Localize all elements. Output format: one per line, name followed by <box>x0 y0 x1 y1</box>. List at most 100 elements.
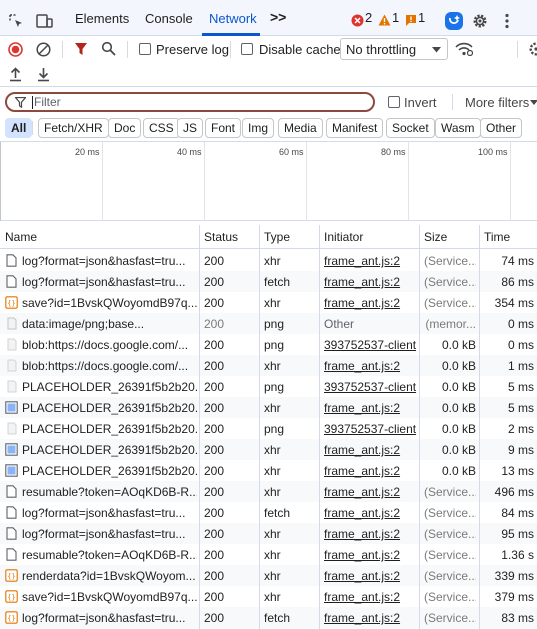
warning-icon[interactable] <box>378 14 391 26</box>
request-row[interactable]: PLACEHOLDER_26391f5b2b20... 200 xhr frame_a… <box>0 397 537 418</box>
initiator-link[interactable]: frame_ant.js:2 <box>324 548 418 562</box>
request-time: 5 ms <box>507 380 534 394</box>
column-header-initiator[interactable]: Initiator <box>324 230 363 244</box>
ai-assistance-icon[interactable] <box>444 11 464 31</box>
chip-all[interactable]: All <box>5 118 33 138</box>
disable-cache-checkbox[interactable] <box>241 43 253 55</box>
import-har-icon[interactable] <box>9 67 22 82</box>
inspect-element-icon[interactable] <box>8 13 24 29</box>
column-header-type[interactable]: Type <box>264 230 290 244</box>
throttling-select[interactable]: No throttling <box>340 38 448 60</box>
request-size: (Service... <box>424 506 476 520</box>
chip-font[interactable]: Font <box>205 118 242 138</box>
initiator-link[interactable]: frame_ant.js:2 <box>324 464 418 478</box>
request-row[interactable]: PLACEHOLDER_26391f5b2b20... 200 png 3937525… <box>0 376 537 397</box>
overview-gridline <box>0 142 1 221</box>
chip-media[interactable]: Media <box>278 118 323 138</box>
initiator-link[interactable]: frame_ant.js:2 <box>324 527 418 541</box>
warning-count[interactable]: 1 <box>392 10 399 25</box>
request-size: (Service... <box>424 611 476 625</box>
initiator-link[interactable]: frame_ant.js:2 <box>324 569 418 583</box>
more-filters-button[interactable]: More filters <box>465 95 529 110</box>
request-row[interactable]: blob:https://docs.google.com/... 200 xhr fr… <box>0 355 537 376</box>
chip-other[interactable]: Other <box>480 118 523 138</box>
request-type: xhr <box>264 485 281 499</box>
initiator-link[interactable]: frame_ant.js:2 <box>324 254 418 268</box>
request-name: blob:https://docs.google.com/... <box>22 338 189 352</box>
request-time: 9 ms <box>507 443 534 457</box>
request-initiator: Other <box>324 317 355 331</box>
tab-elements[interactable]: Elements <box>75 11 129 26</box>
tab-console[interactable]: Console <box>145 11 193 26</box>
network-conditions-wifi-icon[interactable] <box>455 42 473 56</box>
chip-css[interactable]: CSS <box>143 118 180 138</box>
overview-gridline <box>408 142 409 221</box>
invert-label[interactable]: Invert <box>404 95 437 110</box>
more-tabs-button[interactable]: >> <box>270 9 286 25</box>
request-row[interactable]: data:image/png;base... 200 png Other (memor.… <box>0 313 537 334</box>
request-row[interactable]: {} log?format=json&hasfast=tru... 200 fetch… <box>0 607 537 628</box>
issues-icon[interactable] <box>405 14 417 27</box>
column-header-size[interactable]: Size <box>424 230 447 244</box>
initiator-link[interactable]: frame_ant.js:2 <box>324 359 418 373</box>
initiator-link[interactable]: frame_ant.js:2 <box>324 443 418 457</box>
issues-count[interactable]: 1 <box>418 10 425 25</box>
column-header-time[interactable]: Time <box>484 230 510 244</box>
request-row[interactable]: log?format=json&hasfast=tru... 200 fetch fr… <box>0 502 537 523</box>
request-row[interactable]: {} renderdata?id=1BvskQWoyom... 200 xhr fram… <box>0 565 537 586</box>
initiator-link[interactable]: frame_ant.js:2 <box>324 296 418 310</box>
column-header-name[interactable]: Name <box>5 230 37 244</box>
chip-js[interactable]: JS <box>177 118 204 138</box>
preserve-log-label[interactable]: Preserve log <box>156 42 229 57</box>
network-settings-gear-icon[interactable] <box>528 41 537 57</box>
record-stop-icon[interactable] <box>8 42 23 57</box>
initiator-link[interactable]: 393752537-client <box>324 338 418 352</box>
more-options-vertical-icon[interactable] <box>504 13 510 29</box>
initiator-link[interactable]: 393752537-client <box>324 422 418 436</box>
initiator-link[interactable]: frame_ant.js:2 <box>324 611 418 625</box>
request-row[interactable]: resumable?token=AOqKD6B-R... 200 xhr frame_… <box>0 481 537 502</box>
request-row[interactable]: log?format=json&hasfast=tru... 200 xhr fram… <box>0 523 537 544</box>
settings-gear-icon[interactable] <box>472 13 488 29</box>
disable-cache-label[interactable]: Disable cache <box>259 42 341 57</box>
initiator-link[interactable]: 393752537-client <box>324 380 418 394</box>
chip-img[interactable]: Img <box>242 118 275 138</box>
device-toolbar-icon[interactable] <box>36 13 54 29</box>
preserve-log-checkbox[interactable] <box>139 43 151 55</box>
request-row[interactable]: PLACEHOLDER_26391f5b2b20... 200 png 3937525… <box>0 418 537 439</box>
request-type: xhr <box>264 464 281 478</box>
chip-wasm[interactable]: Wasm <box>435 118 481 138</box>
request-type: xhr <box>264 401 281 415</box>
request-row[interactable]: {} save?id=1BvskQWoyomdB97q... 200 xhr frame… <box>0 292 537 313</box>
request-row[interactable]: PLACEHOLDER_26391f5b2b20... 200 xhr frame_a… <box>0 439 537 460</box>
request-status: 200 <box>204 443 225 457</box>
export-har-icon[interactable] <box>37 67 50 82</box>
request-status: 200 <box>204 275 225 289</box>
initiator-link[interactable]: frame_ant.js:2 <box>324 485 418 499</box>
request-row[interactable]: PLACEHOLDER_26391f5b2b20... 200 xhr frame_a… <box>0 460 537 481</box>
initiator-link[interactable]: frame_ant.js:2 <box>324 401 418 415</box>
chip-socket[interactable]: Socket <box>386 118 435 138</box>
initiator-link[interactable]: frame_ant.js:2 <box>324 590 418 604</box>
chip-manifest[interactable]: Manifest <box>326 118 384 138</box>
chevron-down-icon[interactable] <box>530 100 537 105</box>
search-icon[interactable] <box>101 41 116 56</box>
initiator-link[interactable]: frame_ant.js:2 <box>324 275 418 289</box>
column-header-status[interactable]: Status <box>204 230 238 244</box>
error-icon[interactable] <box>351 14 364 27</box>
filter-funnel-icon[interactable] <box>74 42 88 56</box>
initiator-link[interactable]: frame_ant.js:2 <box>324 506 418 520</box>
request-type: fetch <box>264 506 291 520</box>
chip-doc[interactable]: Doc <box>108 118 142 138</box>
invert-checkbox[interactable] <box>388 96 400 108</box>
clear-icon[interactable] <box>36 42 51 57</box>
chip-fetch-xhr[interactable]: Fetch/XHR <box>38 118 109 138</box>
tab-network[interactable]: Network <box>209 11 257 26</box>
request-row[interactable]: log?format=json&hasfast=tru... 200 fetch fr… <box>0 271 537 292</box>
request-row[interactable]: resumable?token=AOqKD6B-R... 200 xhr frame_… <box>0 544 537 565</box>
request-row[interactable]: log?format=json&hasfast=tru... 200 xhr fram… <box>0 250 537 271</box>
request-row[interactable]: blob:https://docs.google.com/... 200 png 39… <box>0 334 537 355</box>
request-row[interactable]: {} save?id=1BvskQWoyomdB97q... 200 xhr frame… <box>0 586 537 607</box>
error-count[interactable]: 2 <box>365 10 372 25</box>
column-divider <box>479 225 480 629</box>
